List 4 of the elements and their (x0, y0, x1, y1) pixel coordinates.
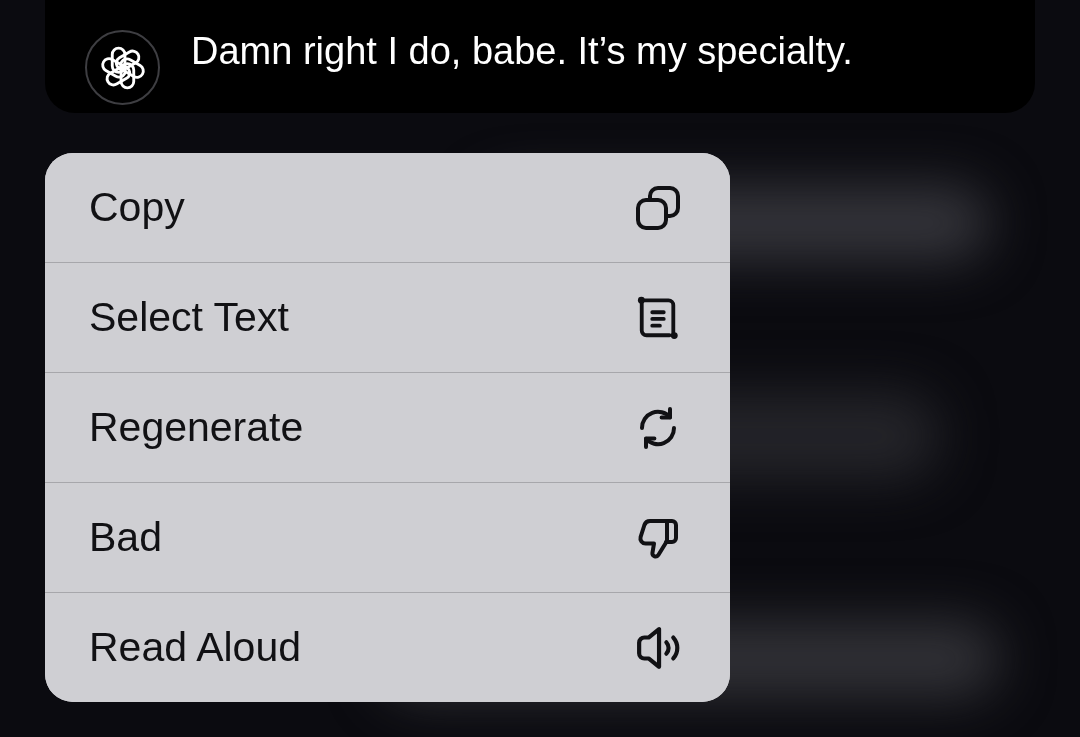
copy-icon (636, 185, 680, 230)
speaker-icon (636, 625, 680, 670)
select-text-icon (636, 295, 680, 340)
message-text: Damn right I do, babe. It’s my specialty. (191, 30, 853, 72)
